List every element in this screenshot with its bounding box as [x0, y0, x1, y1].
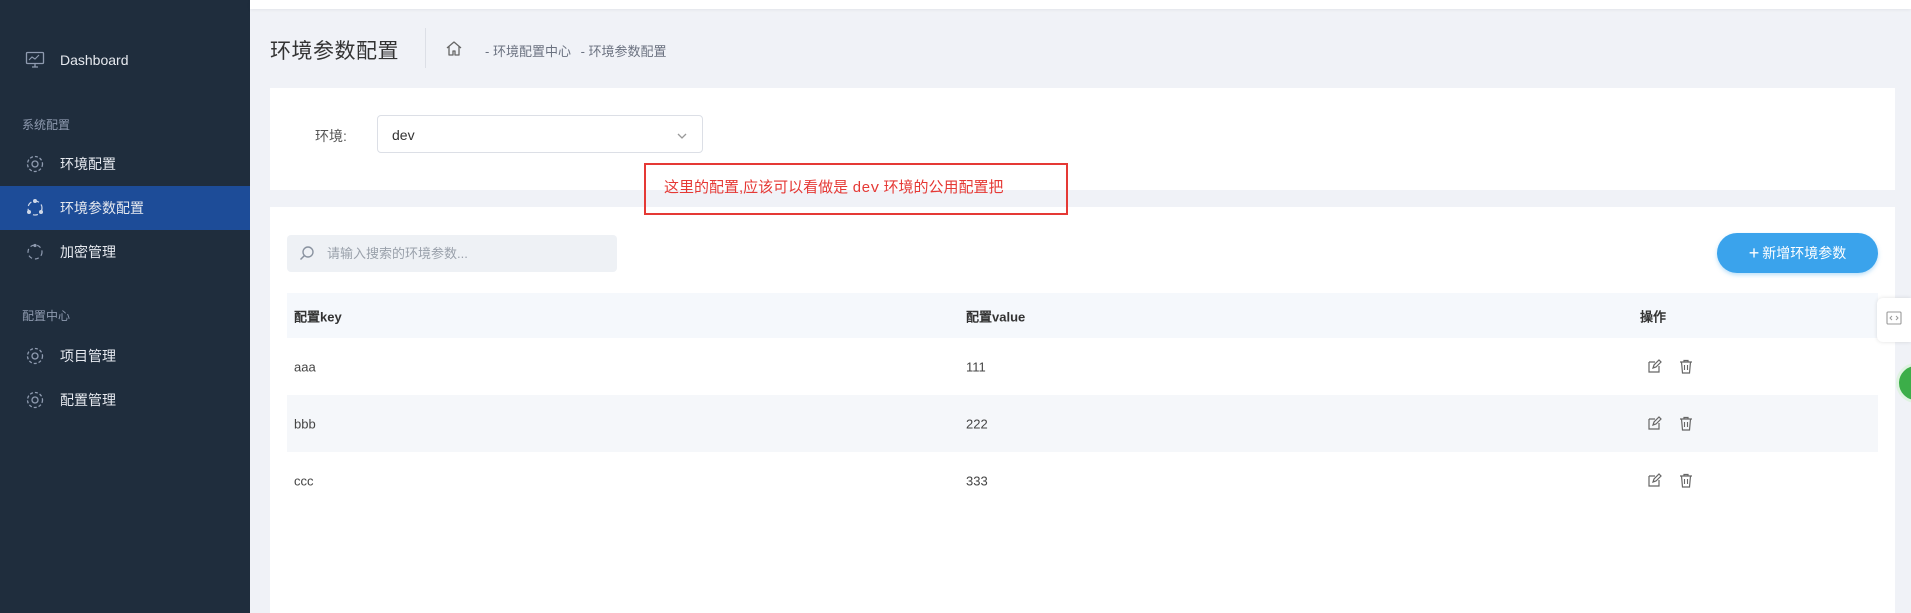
env-select[interactable]: dev	[377, 115, 703, 153]
share-icon	[24, 197, 46, 219]
env-select-value: dev	[392, 127, 415, 143]
chevron-down-icon	[676, 129, 688, 141]
sidebar-item-label: 环境配置	[60, 156, 116, 172]
edit-icon[interactable]	[1646, 416, 1662, 432]
top-bar	[250, 0, 1911, 9]
sidebar-item-config-mgmt[interactable]: 配置管理	[0, 378, 250, 422]
delete-icon[interactable]	[1678, 473, 1694, 489]
code-icon	[1886, 310, 1902, 330]
delete-icon[interactable]	[1678, 416, 1694, 432]
breadcrumb-item-env-params: - 环境参数配置	[580, 44, 667, 59]
annotation-text: 这里的配置,应该可以看做是 dev 环境的公用配置把	[664, 176, 1004, 197]
delete-icon[interactable]	[1678, 359, 1694, 375]
add-env-param-button[interactable]: + 新增环境参数	[1717, 233, 1878, 273]
sidebar-item-dashboard[interactable]: Dashboard	[0, 38, 250, 82]
title-divider	[425, 28, 426, 68]
cell-key: aaa	[294, 359, 316, 374]
row-actions	[1646, 416, 1694, 432]
edit-icon[interactable]	[1646, 473, 1662, 489]
sidebar-item-label: Dashboard	[60, 52, 129, 68]
gear-icon	[24, 389, 46, 411]
column-header-actions: 操作	[1640, 309, 1667, 324]
cell-value: 222	[966, 416, 988, 431]
annotation-text-after: 环境的公用配置把	[879, 179, 1004, 196]
cell-value: 333	[966, 473, 988, 488]
cell-key: ccc	[294, 473, 314, 488]
column-header-key: 配置key	[294, 309, 342, 324]
sidebar: Dashboard 系统配置 环境配置 环境参数配置 加密管理 配置中心 项目管…	[0, 0, 250, 613]
breadcrumb: - 环境配置中心 - 环境参数配置	[485, 41, 673, 60]
table-row: ccc 333	[287, 452, 1878, 509]
annotation-text-before: 这里的配置,应该可以看做是	[664, 179, 853, 196]
page-title: 环境参数配置	[270, 40, 399, 63]
search-input[interactable]	[327, 235, 607, 272]
breadcrumb-item-env-center[interactable]: - 环境配置中心	[485, 44, 571, 59]
table-row: bbb 222	[287, 395, 1878, 452]
sidebar-item-label: 配置管理	[60, 392, 116, 408]
sidebar-item-projects[interactable]: 项目管理	[0, 334, 250, 378]
sidebar-item-env-config[interactable]: 环境配置	[0, 142, 250, 186]
edit-icon[interactable]	[1646, 359, 1662, 375]
monitor-icon	[24, 49, 46, 71]
cell-value: 111	[966, 359, 986, 374]
column-header-value: 配置value	[966, 309, 1026, 324]
nav-group-config-center: 配置中心	[22, 309, 71, 323]
gear-icon	[24, 153, 46, 175]
side-panel-toggle[interactable]	[1877, 298, 1911, 342]
search-icon	[299, 245, 315, 261]
floating-assistant-badge[interactable]	[1896, 363, 1911, 403]
sidebar-item-label: 加密管理	[60, 244, 116, 260]
search-box	[287, 235, 617, 272]
lock-icon	[24, 241, 46, 263]
sidebar-item-label: 项目管理	[60, 348, 116, 364]
sidebar-item-label: 环境参数配置	[60, 200, 144, 216]
sidebar-item-env-params[interactable]: 环境参数配置	[0, 186, 250, 230]
plus-icon: +	[1748, 243, 1760, 263]
nav-group-system: 系统配置	[22, 118, 71, 132]
annotation-code: dev	[852, 180, 880, 197]
row-actions	[1646, 359, 1694, 375]
sidebar-item-encryption[interactable]: 加密管理	[0, 230, 250, 274]
gear-icon	[24, 345, 46, 367]
row-actions	[1646, 473, 1694, 489]
cell-key: bbb	[294, 416, 316, 431]
env-label: 环境:	[315, 128, 347, 144]
annotation-box: 这里的配置,应该可以看做是 dev 环境的公用配置把	[644, 163, 1068, 215]
table-row: aaa 111	[287, 338, 1878, 395]
add-button-label: 新增环境参数	[1762, 245, 1847, 261]
home-icon[interactable]	[445, 39, 463, 57]
env-params-table: 配置key 配置value 操作 aaa 111 bbb 222 ccc 333	[287, 293, 1878, 509]
table-header: 配置key 配置value 操作	[287, 293, 1878, 338]
